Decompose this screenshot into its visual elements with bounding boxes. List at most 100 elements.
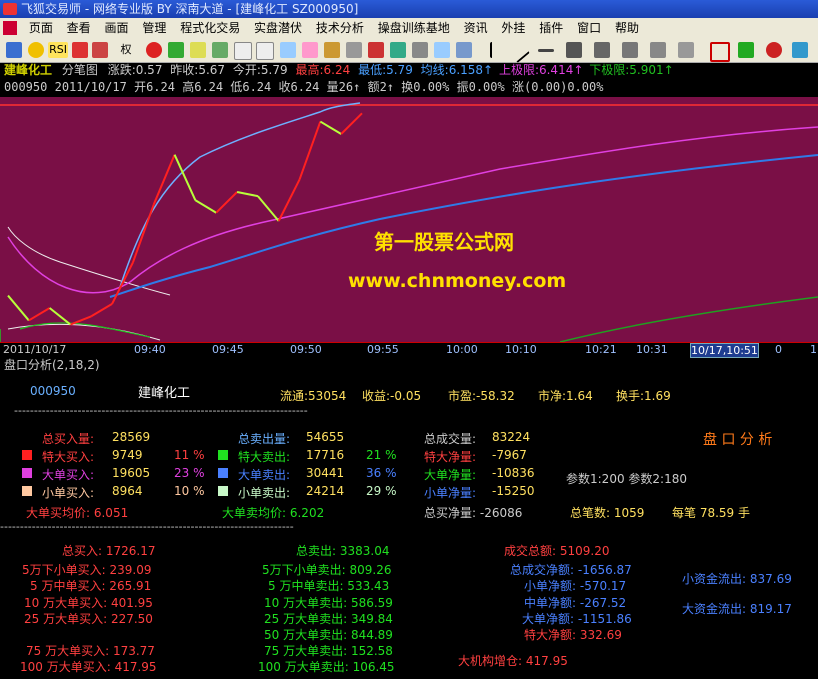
total-amount: 成交总额: 5109.20 — [504, 544, 610, 558]
xl-buy-pct: 11 % — [174, 448, 205, 462]
net-small: 小单净额: -570.17 — [524, 579, 627, 593]
price-segment — [49, 307, 72, 326]
avg-price-line — [119, 102, 361, 288]
bar-close: 收6.24 — [278, 80, 320, 94]
price-segment — [28, 307, 51, 322]
chart-icon[interactable] — [280, 42, 296, 58]
menu-realtime[interactable]: 实盘潜伏 — [249, 18, 307, 38]
price-segment — [340, 112, 363, 135]
sell-under5w: 5万下小单卖出: 809.26 — [262, 563, 392, 577]
rights-button[interactable]: 权 — [116, 42, 136, 58]
low-price: 最低:5.79 — [358, 63, 413, 77]
layout-icon[interactable] — [456, 42, 472, 58]
doc-icon[interactable] — [212, 42, 228, 58]
bar-volume: 量26↑ — [326, 80, 361, 94]
total-vol: 83224 — [492, 430, 531, 444]
watermark-url: www.chnmoney.com — [348, 270, 566, 292]
menu-tech-analysis[interactable]: 技术分析 — [311, 18, 369, 38]
menu-screen[interactable]: 画面 — [100, 18, 134, 38]
quote-bar: 建峰化工 分笔图 涨跌:0.57 昨收:5.67 今开:5.79 最高:6.24… — [0, 62, 818, 79]
panel-title: 盘口分析(2,18,2) — [4, 358, 100, 372]
menu-help[interactable]: 帮助 — [610, 18, 644, 38]
search-icon[interactable] — [190, 42, 206, 58]
menu-plugin-ext[interactable]: 外挂 — [496, 18, 530, 38]
color-icon[interactable] — [766, 42, 782, 58]
buy-5w: 5 万中单买入: 265.91 — [30, 579, 152, 593]
record-icon[interactable] — [146, 42, 162, 58]
menu-manage[interactable]: 管理 — [137, 18, 171, 38]
menu-training[interactable]: 操盘训练基地 — [373, 18, 455, 38]
panel-header: 盘 口 分 析 — [703, 432, 773, 448]
arrow-tool-icon[interactable] — [738, 42, 754, 58]
bar-turnover: 换0.00% — [401, 80, 450, 94]
more-icon[interactable] — [792, 42, 808, 58]
price-segment — [152, 154, 176, 205]
rect-tool-icon[interactable] — [710, 42, 730, 62]
page-icon[interactable] — [234, 42, 252, 60]
lock-icon[interactable] — [28, 42, 44, 58]
grid-icon[interactable] — [168, 42, 184, 58]
app-toolbar-icon[interactable] — [6, 42, 22, 58]
tick-0955: 09:55 — [367, 343, 399, 356]
rsi-button[interactable]: RSI — [48, 42, 68, 58]
price-segment — [131, 204, 155, 263]
brush-icon[interactable] — [324, 42, 340, 58]
indicator-icon[interactable] — [72, 42, 88, 58]
tick-one: 1 — [810, 343, 817, 356]
tick-zero: 0 — [775, 343, 782, 356]
line-tool-icon[interactable] — [506, 38, 530, 64]
legend-red — [22, 450, 32, 460]
angle-icon[interactable] — [622, 42, 638, 58]
pe-ratio: 市盈:-58.32 — [448, 389, 515, 403]
channel-icon[interactable] — [566, 42, 582, 58]
legend-peach — [22, 486, 32, 496]
upper-limit: 上极限:6.414↑ — [498, 63, 584, 77]
bar-high: 高6.24 — [182, 80, 224, 94]
xl-sell-val: 17716 — [306, 448, 345, 462]
buy-under5w: 5万下小单买入: 239.09 — [22, 563, 152, 577]
xl-net-val: -7967 — [492, 448, 527, 462]
fib-icon[interactable] — [650, 42, 666, 58]
menu-news[interactable]: 资讯 — [459, 18, 493, 38]
pages-icon[interactable] — [256, 42, 274, 60]
menu-plugins[interactable]: 插件 — [534, 18, 568, 38]
link-icon[interactable] — [92, 42, 108, 58]
axis-date: 2011/10/17 — [3, 343, 67, 356]
sell-10w: 10 万大单卖出: 586.59 — [264, 596, 393, 610]
float-shares: 流通:53054 — [280, 389, 347, 403]
pb-ratio: 市净:1.64 — [538, 389, 593, 403]
high-price: 最高:6.24 — [295, 63, 351, 77]
tool-icon[interactable] — [346, 42, 362, 58]
sell-100w: 100 万大单卖出: 106.45 — [258, 660, 395, 674]
menu-page[interactable]: 页面 — [24, 18, 58, 38]
trade-icon[interactable] — [390, 42, 406, 58]
price-segment — [257, 195, 280, 222]
print-icon[interactable] — [412, 42, 428, 58]
pencil-icon[interactable] — [302, 42, 318, 58]
bar-info: 000950 2011/10/17 开6.24 高6.24 低6.24 收6.2… — [0, 79, 818, 96]
view-label: 分笔图 — [61, 63, 98, 77]
sell-5w: 5 万中单卖出: 533.43 — [268, 579, 390, 593]
fan-icon[interactable] — [594, 42, 610, 58]
gann-icon[interactable] — [678, 42, 694, 58]
hline-icon[interactable] — [538, 49, 554, 52]
menu-view[interactable]: 查看 — [62, 18, 96, 38]
intraday-chart[interactable]: 第一股票公式网 www.chnmoney.com — [0, 97, 818, 343]
green-long-line — [559, 296, 818, 343]
lg-net-val: -10836 — [492, 466, 535, 480]
sell-50w: 50 万大单卖出: 844.89 — [264, 628, 393, 642]
total-sell-vol-label: 总卖出量: — [238, 432, 291, 446]
app-menu-icon[interactable] — [3, 21, 17, 35]
bar-low: 低6.24 — [230, 80, 272, 94]
menu-window[interactable]: 窗口 — [572, 18, 606, 38]
net-total: 总成交净额: -1656.87 — [510, 563, 632, 577]
menu-program-trade[interactable]: 程式化交易 — [175, 18, 245, 38]
total-vol-label: 总成交量: — [424, 432, 477, 446]
order-analysis-panel: 000950 建峰化工 流通:53054 收益:-0.05 市盈:-58.32 … — [0, 372, 818, 679]
legend-mint — [218, 486, 228, 496]
lg-buy-pct: 23 % — [174, 466, 205, 480]
total-sell-vol: 54655 — [306, 430, 345, 444]
window-icon[interactable] — [434, 42, 450, 58]
cursor-icon[interactable] — [490, 42, 508, 58]
stop-icon[interactable] — [368, 42, 384, 58]
